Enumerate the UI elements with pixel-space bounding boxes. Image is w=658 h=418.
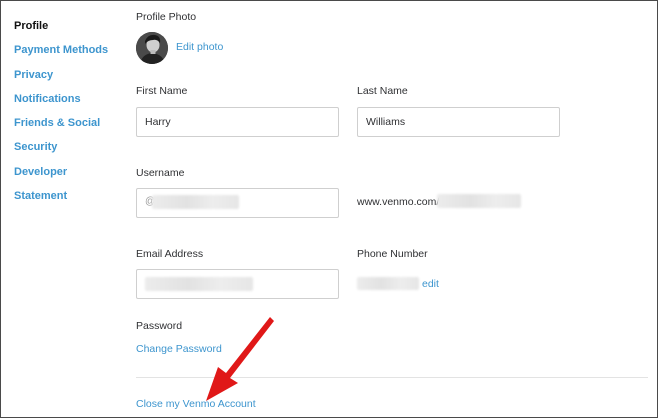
avatar-photo — [136, 32, 168, 64]
annotation-arrow-icon — [206, 317, 274, 401]
last-name-field[interactable] — [357, 107, 560, 137]
phone-number-label: Phone Number — [357, 248, 428, 260]
password-label: Password — [136, 320, 183, 332]
first-name-label: First Name — [136, 85, 188, 97]
sidebar-item-profile[interactable]: Profile — [14, 17, 124, 41]
settings-window: Profile Payment Methods Privacy Notifica… — [0, 0, 658, 418]
avatar[interactable] — [136, 32, 168, 64]
username-redacted — [152, 195, 239, 209]
edit-photo-link[interactable]: Edit photo — [176, 41, 223, 53]
last-name-label: Last Name — [357, 85, 408, 97]
sidebar-item-friends-social[interactable]: Friends & Social — [14, 114, 124, 138]
settings-sidebar: Profile Payment Methods Privacy Notifica… — [14, 17, 124, 211]
profile-url-redacted — [437, 194, 521, 208]
sidebar-item-statement[interactable]: Statement — [14, 187, 124, 211]
phone-number-redacted — [357, 277, 419, 290]
sidebar-item-notifications[interactable]: Notifications — [14, 90, 124, 114]
sidebar-item-privacy[interactable]: Privacy — [14, 66, 124, 90]
email-label: Email Address — [136, 248, 204, 260]
username-label: Username — [136, 167, 185, 179]
email-redacted — [145, 277, 253, 291]
sidebar-item-payment-methods[interactable]: Payment Methods — [14, 41, 124, 65]
profile-photo-label: Profile Photo — [136, 11, 197, 23]
sidebar-item-security[interactable]: Security — [14, 138, 124, 162]
sidebar-item-developer[interactable]: Developer — [14, 163, 124, 187]
first-name-field[interactable] — [136, 107, 339, 137]
phone-edit-link[interactable]: edit — [422, 278, 439, 290]
profile-url-prefix: www.venmo.com/u/ — [357, 196, 449, 208]
